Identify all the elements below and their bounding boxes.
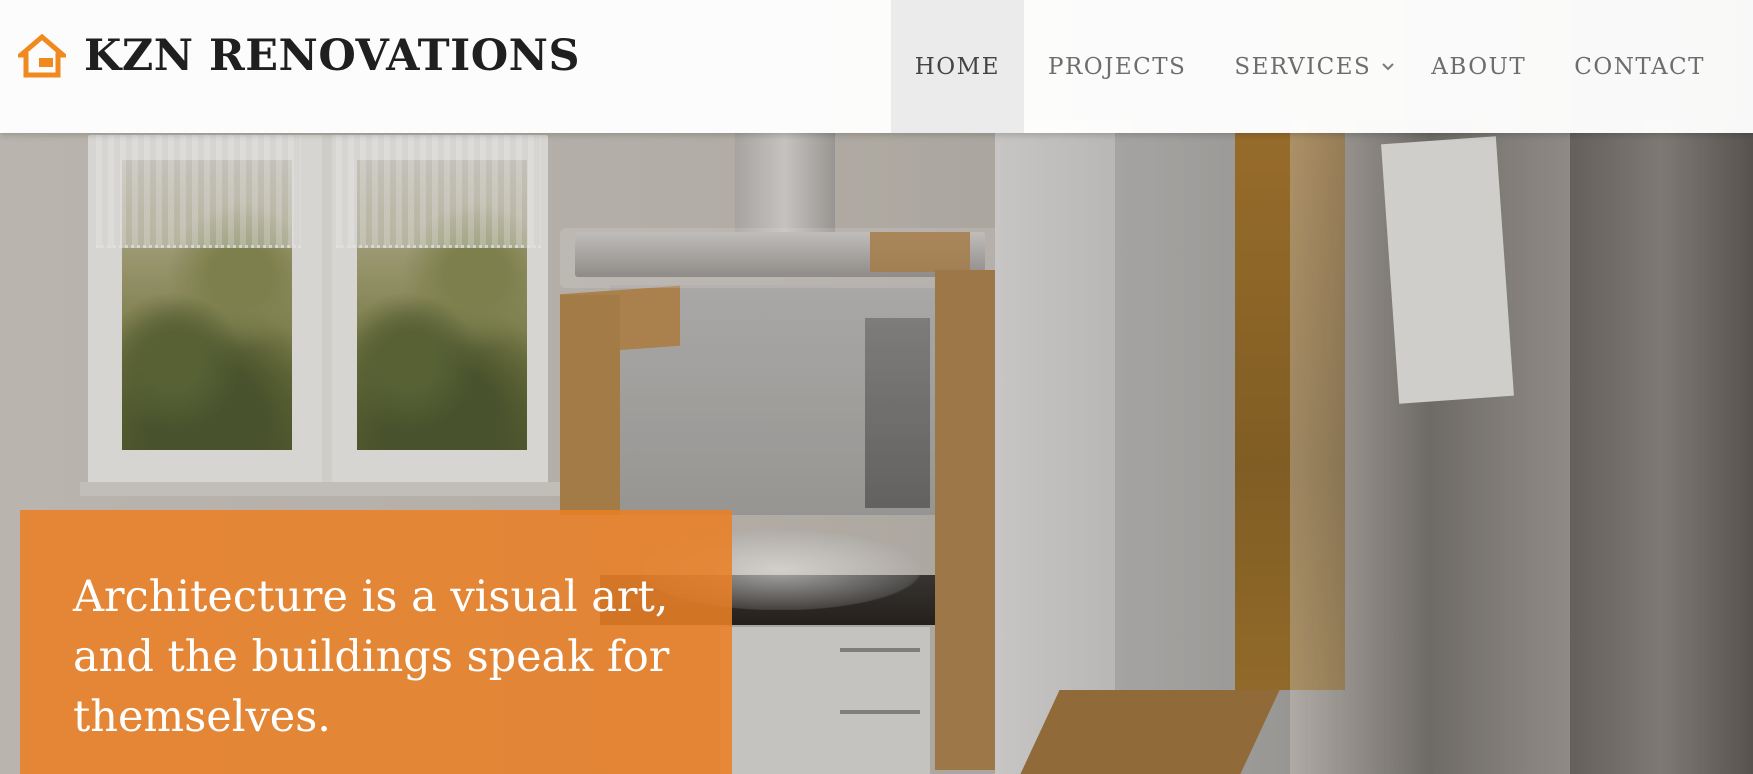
nav-item-services-label: SERVICES: [1234, 53, 1372, 80]
nav-item-contact[interactable]: CONTACT: [1550, 0, 1753, 133]
main-nav: HOME PROJECTS SERVICES ABOUT CONTACT: [890, 0, 1753, 133]
brand-name: KZN RENOVATIONS: [84, 31, 581, 81]
chevron-down-icon: [1382, 62, 1394, 70]
site-header: KZN RENOVATIONS HOME PROJECTS SERVICES A…: [0, 0, 1753, 133]
brand-logo-link[interactable]: KZN RENOVATIONS: [18, 30, 580, 82]
nav-item-about[interactable]: ABOUT: [1407, 0, 1550, 133]
house-icon: [18, 34, 66, 78]
hero-quote: Architecture is a visual art, and the bu…: [73, 572, 670, 742]
hero-quote-box: Architecture is a visual art, and the bu…: [20, 510, 732, 774]
nav-item-projects[interactable]: PROJECTS: [1024, 0, 1210, 133]
page: KZN RENOVATIONS HOME PROJECTS SERVICES A…: [0, 0, 1753, 774]
nav-item-services[interactable]: SERVICES: [1210, 0, 1407, 133]
nav-item-home[interactable]: HOME: [890, 0, 1024, 133]
